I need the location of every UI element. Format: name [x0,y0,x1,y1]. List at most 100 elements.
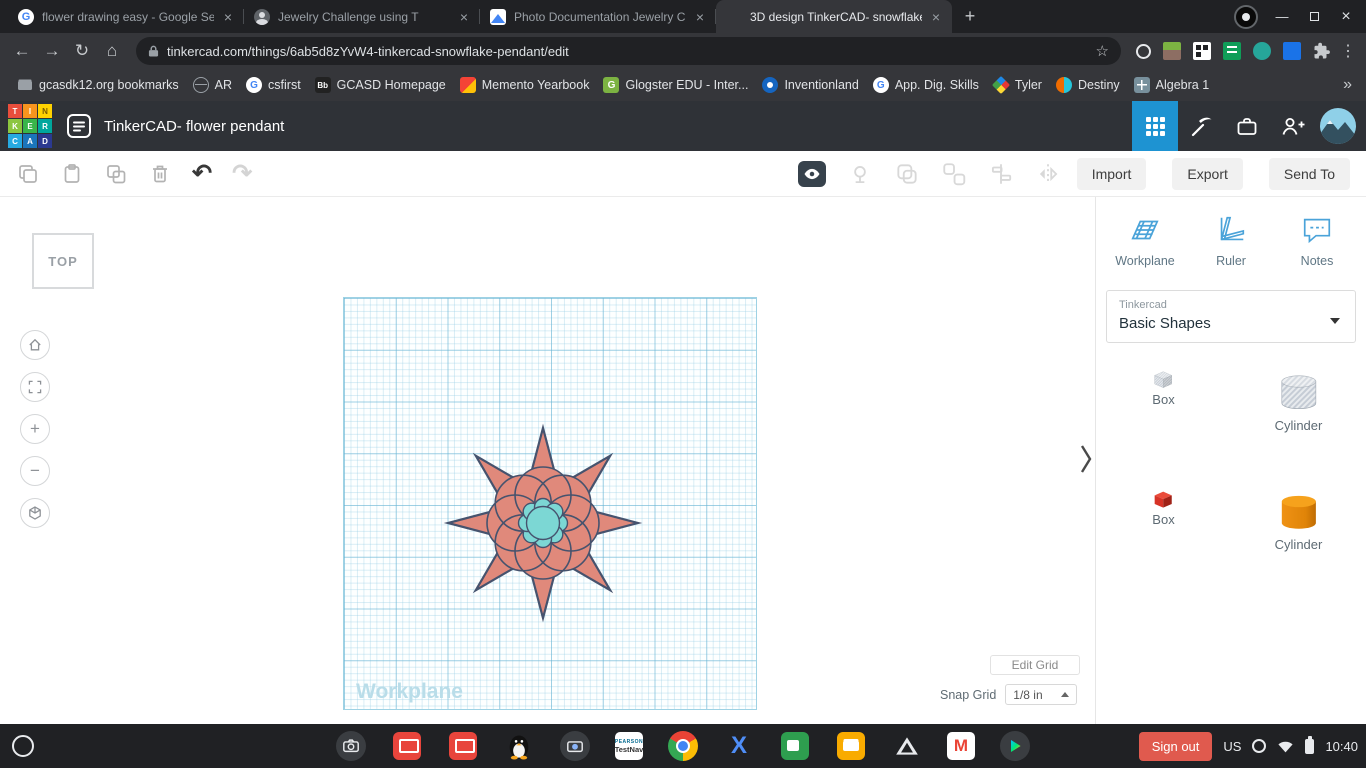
bookmark-glogster[interactable]: G Glogster EDU - Inter... [596,74,755,96]
shape-box-striped[interactable]: Box [1152,369,1175,433]
chrome-app-icon[interactable] [667,730,699,762]
bookmark-memento-yearbook[interactable]: Memento Yearbook [453,74,597,96]
add-user-button[interactable] [1270,101,1316,151]
user-avatar[interactable] [1320,108,1356,144]
back-button[interactable]: ← [8,37,36,65]
camera-app-icon[interactable] [335,730,367,762]
briefcase-button[interactable] [1224,101,1270,151]
minimize-button[interactable]: — [1274,9,1290,24]
perspective-button[interactable] [20,498,50,528]
tab-close-icon[interactable]: × [694,9,706,25]
redo-button[interactable]: ↷ [232,161,252,186]
export-button[interactable]: Export [1172,157,1243,190]
url-text[interactable]: tinkercad.com/things/6ab5d8zYvW4-tinkerc… [167,44,1088,59]
browser-menu-icon[interactable]: ⋮ [1338,41,1358,61]
play-store-app-icon[interactable] [999,730,1031,762]
new-tab-button[interactable]: + [956,2,984,30]
extension-ring-icon[interactable] [1136,44,1151,59]
tab-close-icon[interactable]: × [222,9,234,25]
view-cube[interactable]: TOP [32,233,94,289]
home-button[interactable]: ⌂ [98,37,126,65]
maximize-button[interactable] [1306,12,1322,21]
close-window-button[interactable]: × [1338,8,1354,26]
bookmark-csfirst[interactable]: Gcsfirst [239,74,308,96]
flower-pendant-model[interactable] [428,408,658,638]
tab-google-search[interactable]: G flower drawing easy - Google Se × [8,0,244,33]
bookmark-ar[interactable]: AR [186,74,239,96]
bookmark-tyler[interactable]: Tyler [986,74,1049,96]
align-icon[interactable] [988,161,1014,187]
address-bar[interactable]: tinkercad.com/things/6ab5d8zYvW4-tinkerc… [136,37,1121,65]
wifi-icon[interactable] [1277,739,1294,754]
status-tray[interactable]: Sign out US 10:40 [1138,724,1358,768]
ungroup-icon[interactable] [941,161,967,187]
testnav-app-icon[interactable]: PEARSON TestNav [615,732,643,760]
apps-grid-button[interactable] [1132,101,1178,151]
extension-blue-icon[interactable] [1283,42,1301,60]
green-app-icon[interactable] [779,730,811,762]
bookmark-algebra[interactable]: Algebra 1 [1127,74,1217,96]
duplicate-icon[interactable] [104,162,128,186]
notes-visibility-button[interactable] [798,160,826,187]
show-all-icon[interactable] [847,161,873,187]
mirror-icon[interactable] [1035,161,1061,187]
red-app-icon-2[interactable] [447,730,479,762]
shape-box-red[interactable]: Box [1152,489,1175,553]
shape-library-dropdown[interactable]: Tinkercad Basic Shapes [1106,290,1356,343]
extension-teal-icon[interactable] [1253,42,1271,60]
x-app-icon[interactable]: X [723,730,755,762]
home-view-button[interactable] [20,330,50,360]
triangle-app-icon[interactable] [891,730,923,762]
tool-notes[interactable]: Notes [1274,213,1360,268]
sign-out-button[interactable]: Sign out [1138,731,1213,761]
tab-photo-documentation[interactable]: Photo Documentation Jewelry C × [480,0,716,33]
shape-cylinder-striped[interactable]: Cylinder [1275,369,1322,433]
tool-ruler[interactable]: Ruler [1188,213,1274,268]
send-to-button[interactable]: Send To [1268,157,1350,190]
gmail-app-icon[interactable]: M [947,732,975,760]
3d-canvas[interactable]: TOP + − Workplane Edit Grid Snap Grid 1/… [0,197,1096,724]
extension-qr-icon[interactable] [1193,42,1211,60]
copy-icon[interactable] [16,162,40,186]
extension-minecraft-icon[interactable] [1163,42,1181,60]
collapse-panel-chevron[interactable] [1079,443,1093,475]
extensions-puzzle-icon[interactable] [1313,42,1331,60]
launcher-button[interactable] [12,735,34,757]
design-list-icon[interactable] [66,113,92,139]
tinkercad-logo[interactable]: TIN KER CAD [8,104,52,148]
bookmark-folder[interactable]: gcasdk12.org bookmarks [10,74,186,96]
forward-button[interactable]: → [38,37,66,65]
bookmarks-overflow-chevron[interactable]: » [1339,76,1356,94]
keyboard-layout-label[interactable]: US [1223,739,1241,754]
notification-ring-icon[interactable] [1252,739,1267,753]
edit-grid-button[interactable]: Edit Grid [990,655,1080,675]
bookmark-app-dig-skills[interactable]: G App. Dig. Skills [866,74,986,96]
tab-close-icon[interactable]: × [930,9,942,25]
shape-cylinder-orange[interactable]: Cylinder [1275,489,1322,552]
tool-workplane[interactable]: Workplane [1102,213,1188,268]
delete-icon[interactable] [148,162,172,186]
tab-close-icon[interactable]: × [458,9,470,25]
files-app-icon[interactable] [835,730,867,762]
import-button[interactable]: Import [1076,157,1147,190]
red-app-icon-1[interactable] [391,730,423,762]
profile-media-icon[interactable] [1234,4,1258,29]
zoom-in-button[interactable]: + [20,414,50,444]
pickaxe-button[interactable] [1178,101,1224,151]
bookmark-destiny[interactable]: Destiny [1049,74,1127,96]
clock-label[interactable]: 10:40 [1325,739,1358,754]
extension-sheets-icon[interactable] [1223,42,1241,60]
group-icon[interactable] [894,161,920,187]
battery-icon[interactable] [1305,736,1315,754]
paste-icon[interactable] [60,162,84,186]
linux-tux-icon[interactable] [503,730,535,762]
undo-button[interactable]: ↶ [192,161,212,186]
reload-button[interactable]: ↻ [68,37,96,65]
bookmark-inventionland[interactable]: Inventionland [755,74,865,96]
screen-capture-app-icon[interactable] [559,730,591,762]
tab-jewelry-challenge[interactable]: Jewelry Challenge using T × [244,0,480,33]
fit-view-button[interactable] [20,372,50,402]
tab-tinkercad-active[interactable]: 3D design TinkerCAD- snowflake × [716,0,952,33]
bookmark-star-icon[interactable]: ☆ [1096,42,1109,60]
snap-grid-dropdown[interactable]: 1/8 in [1005,684,1078,705]
